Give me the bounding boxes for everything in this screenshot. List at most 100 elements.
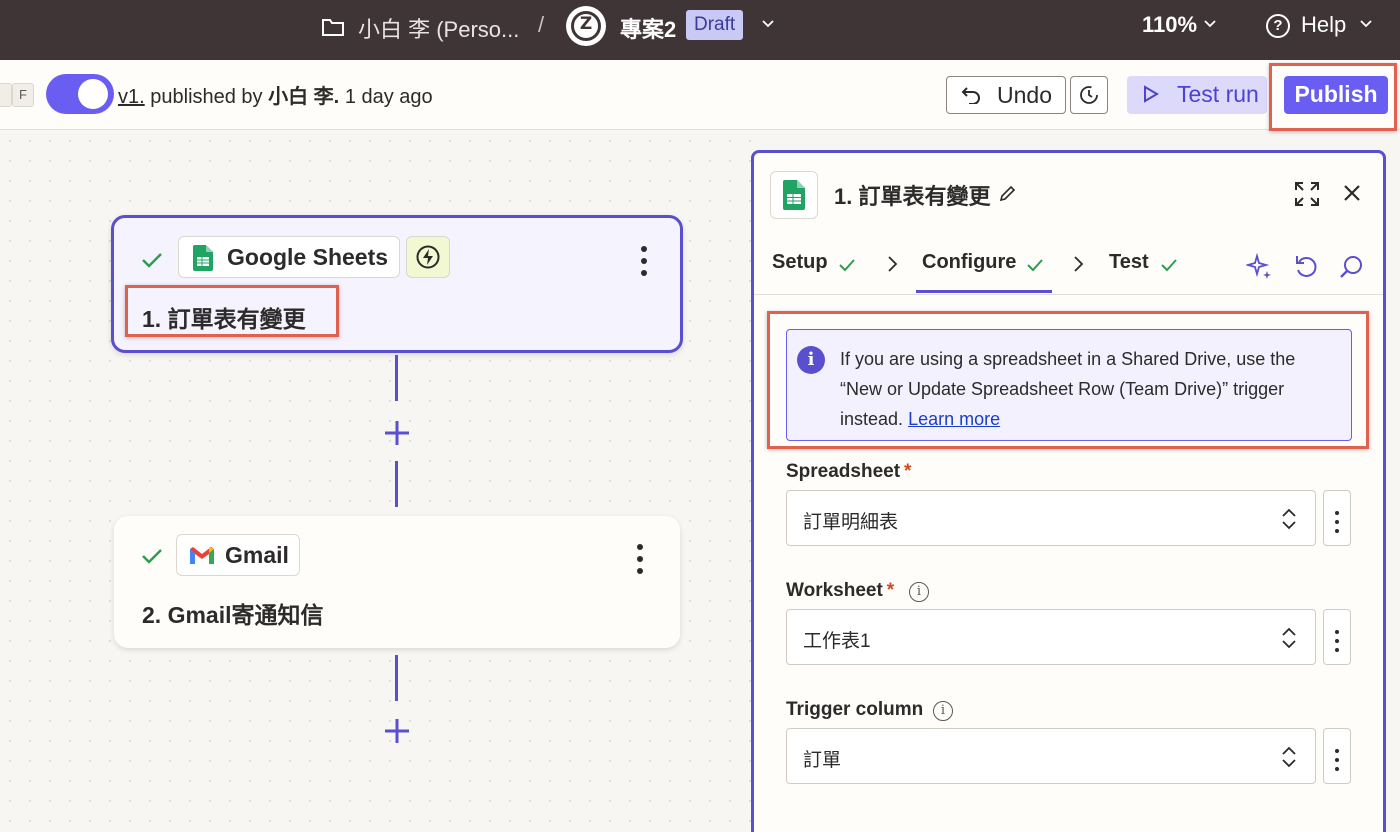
check-icon xyxy=(142,549,162,564)
test-run-button[interactable]: Test run xyxy=(1127,76,1267,114)
trigger-column-label-text: Trigger column xyxy=(786,699,924,720)
step-config-panel: 1. 訂單表有變更 Setup Configure Test i If you … xyxy=(751,150,1386,832)
info-text: If you are using a spreadsheet in a Shar… xyxy=(840,344,1340,434)
top-bar: 小白 李 (Perso... / Z 專案2 Draft 110% ? Help xyxy=(0,0,1400,60)
publish-button[interactable]: Publish xyxy=(1284,76,1388,114)
play-icon xyxy=(1144,85,1159,103)
connector-line xyxy=(395,461,398,507)
info-icon: i xyxy=(797,346,825,374)
toggle-knob xyxy=(78,79,108,109)
connector-line xyxy=(395,355,398,401)
ai-sparkle-icon[interactable] xyxy=(1246,253,1274,281)
help-menu[interactable]: Help xyxy=(1301,12,1346,38)
zap-logo-icon: Z xyxy=(566,6,606,46)
step-menu-kebab-icon[interactable] xyxy=(636,544,644,574)
check-icon xyxy=(1161,259,1177,272)
zoom-chevron-down-icon[interactable] xyxy=(1204,18,1216,30)
breadcrumb-folder[interactable]: 小白 李 (Perso... xyxy=(358,12,519,44)
panel-app-icon xyxy=(770,171,818,219)
version-info: v1. published by 小白 李. 1 day ago xyxy=(118,80,433,109)
version-history-button[interactable] xyxy=(1070,76,1108,114)
required-marker: * xyxy=(904,461,912,482)
trigger-column-info-icon[interactable]: i xyxy=(933,701,953,721)
tab-test[interactable]: Test xyxy=(1109,251,1149,274)
step-title: 2. Gmail寄通知信 xyxy=(142,602,324,628)
editor-toolbar: F v1. published by 小白 李. 1 day ago Undo … xyxy=(0,60,1400,130)
step-node-trigger[interactable]: Google Sheets 1. 訂單表有變更 xyxy=(111,215,683,353)
undo-label: Undo xyxy=(997,82,1052,108)
spreadsheet-label-text: Spreadsheet xyxy=(786,461,901,482)
panel-header: 1. 訂單表有變更 xyxy=(754,153,1383,231)
app-chip-gmail: Gmail xyxy=(176,534,300,576)
workflow-canvas[interactable]: Google Sheets 1. 訂單表有變更 Gmail 2. Gmail寄通… xyxy=(0,131,752,832)
tab-setup[interactable]: Setup xyxy=(772,251,828,274)
history-icon xyxy=(1080,86,1098,104)
gmail-icon xyxy=(190,547,214,564)
spreadsheet-select[interactable]: 訂單明細表 xyxy=(786,490,1316,546)
check-icon xyxy=(1027,259,1043,272)
search-icon[interactable] xyxy=(1338,253,1366,281)
author-name: 小白 李. xyxy=(268,86,340,108)
lightning-bolt-icon xyxy=(416,245,440,269)
worksheet-select[interactable]: 工作表1 xyxy=(786,609,1316,665)
spreadsheet-label: Spreadsheet * xyxy=(786,461,911,483)
spreadsheet-value: 訂單明細表 xyxy=(803,512,899,533)
step-menu-kebab-icon[interactable] xyxy=(640,246,648,276)
published-by-text: published by xyxy=(150,86,263,108)
breadcrumb-separator: / xyxy=(538,12,545,37)
trigger-column-more-options[interactable] xyxy=(1323,728,1351,784)
edit-pencil-icon[interactable] xyxy=(998,183,1018,203)
tab-configure[interactable]: Configure xyxy=(922,251,1016,274)
time-ago: 1 day ago xyxy=(344,86,433,108)
version-link[interactable]: v1. xyxy=(118,86,145,108)
trigger-badge xyxy=(406,236,450,278)
worksheet-value: 工作表1 xyxy=(803,631,871,652)
check-icon xyxy=(839,259,855,272)
worksheet-label: Worksheet * xyxy=(786,580,894,602)
trigger-column-label: Trigger column xyxy=(786,699,923,721)
project-name[interactable]: 專案2 xyxy=(620,12,676,44)
app-chip-google-sheets: Google Sheets xyxy=(178,236,400,278)
step-title: 1. 訂單表有變更 xyxy=(142,306,306,332)
add-step-plus-icon[interactable] xyxy=(383,419,411,447)
updown-chevron-icon xyxy=(1282,508,1296,530)
undo-icon xyxy=(961,87,980,104)
publish-toggle[interactable] xyxy=(46,74,114,114)
zap-logo-letter: Z xyxy=(579,14,593,34)
keyboard-hint-partial xyxy=(0,83,12,107)
trigger-column-value: 訂單 xyxy=(803,750,842,771)
worksheet-info-icon[interactable]: i xyxy=(909,582,929,602)
worksheet-more-options[interactable] xyxy=(1323,609,1351,665)
updown-chevron-icon xyxy=(1282,746,1296,768)
folder-icon xyxy=(322,19,344,36)
panel-tabs: Setup Configure Test xyxy=(754,231,1383,295)
google-sheets-icon xyxy=(193,245,213,271)
spreadsheet-more-options[interactable] xyxy=(1323,490,1351,546)
zoom-level[interactable]: 110% xyxy=(1142,12,1197,38)
chevron-right-icon xyxy=(1074,256,1084,272)
google-sheets-icon xyxy=(783,180,805,210)
learn-more-link[interactable]: Learn more xyxy=(908,409,1000,429)
active-tab-indicator xyxy=(916,290,1052,293)
updown-chevron-icon xyxy=(1282,627,1296,649)
keyboard-hint-key: F xyxy=(12,83,34,107)
chevron-right-icon xyxy=(888,256,898,272)
add-step-plus-icon[interactable] xyxy=(383,717,411,745)
undo-button[interactable]: Undo xyxy=(946,76,1066,114)
check-icon xyxy=(142,253,162,268)
app-name: Gmail xyxy=(225,542,289,568)
project-chevron-down-icon[interactable] xyxy=(762,18,774,30)
worksheet-label-text: Worksheet xyxy=(786,580,883,601)
required-marker: * xyxy=(886,580,895,601)
test-run-label: Test run xyxy=(1177,81,1259,107)
help-chevron-down-icon[interactable] xyxy=(1360,18,1372,30)
shared-drive-info-banner: i If you are using a spreadsheet in a Sh… xyxy=(786,329,1352,441)
help-icon[interactable]: ? xyxy=(1266,14,1290,38)
app-name: Google Sheets xyxy=(227,244,389,270)
panel-title[interactable]: 1. 訂單表有變更 xyxy=(834,179,990,211)
refresh-icon[interactable] xyxy=(1292,253,1320,281)
expand-icon[interactable] xyxy=(1294,181,1320,207)
trigger-column-select[interactable]: 訂單 xyxy=(786,728,1316,784)
close-icon[interactable] xyxy=(1342,183,1362,203)
step-node-action[interactable]: Gmail 2. Gmail寄通知信 xyxy=(114,516,680,648)
